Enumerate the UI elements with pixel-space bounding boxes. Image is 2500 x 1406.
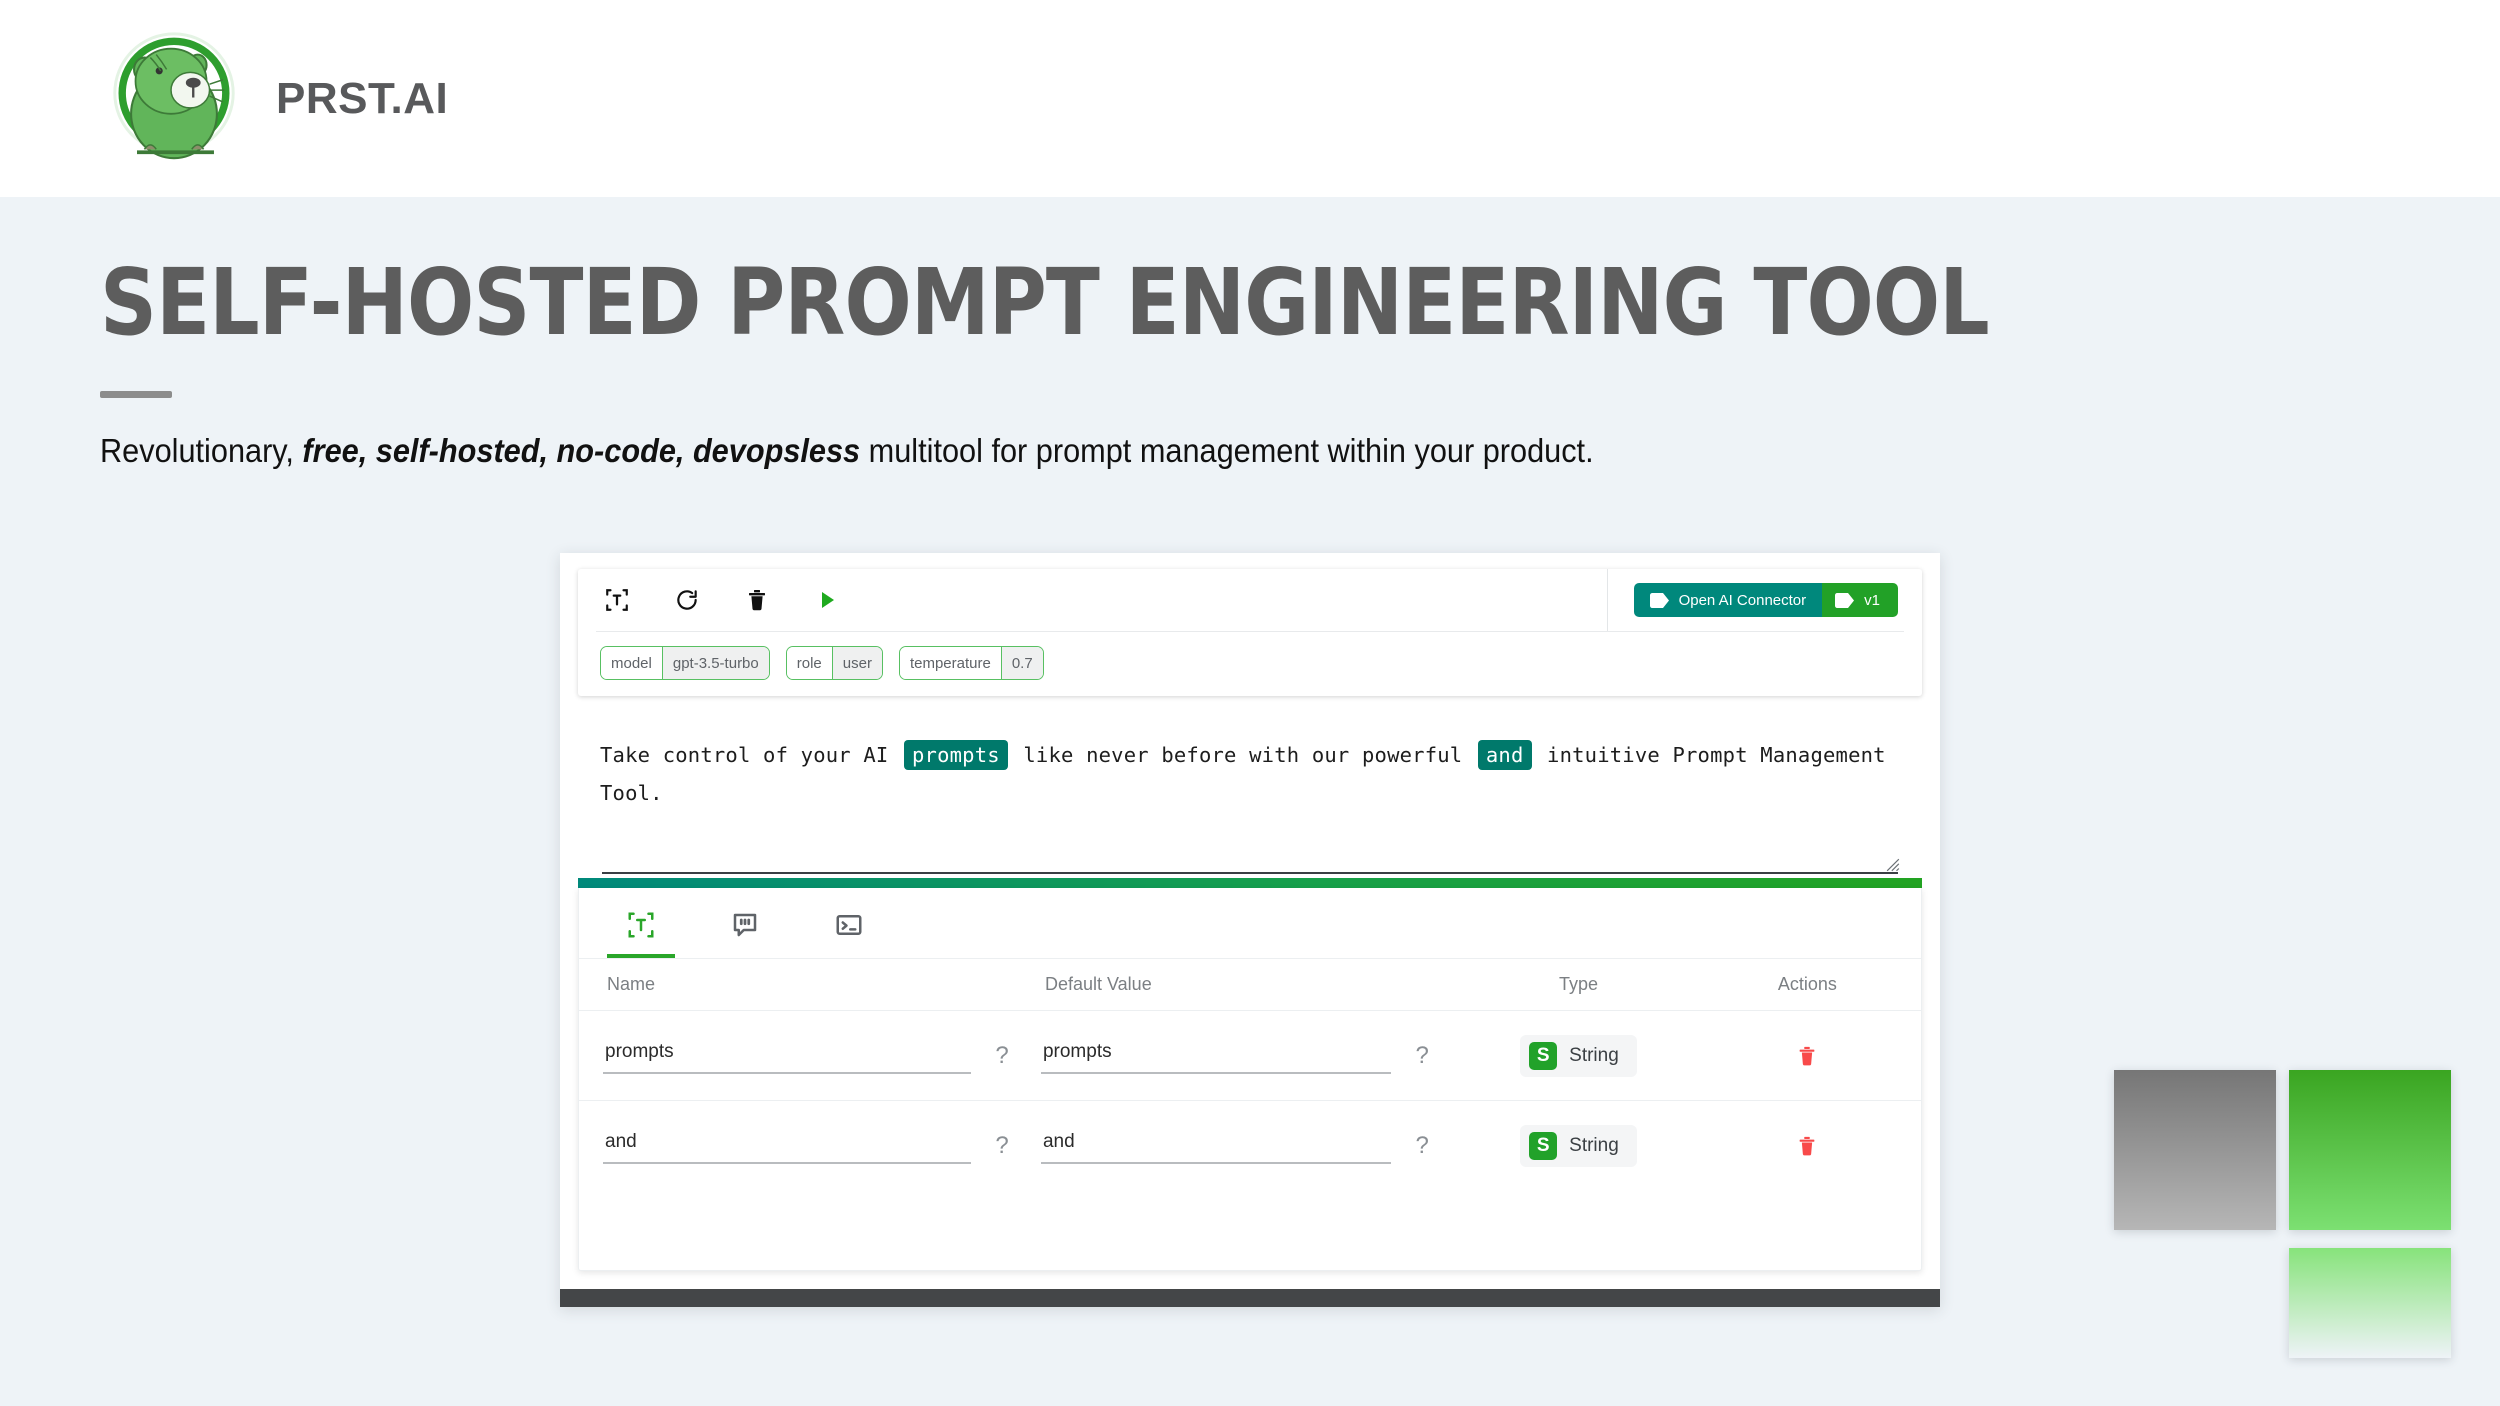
trash-icon[interactable] — [740, 583, 774, 617]
parameter-chips: model gpt-3.5-turbo role user temperatur… — [578, 632, 1922, 696]
column-header-name: Name — [607, 974, 656, 994]
table-row: ? ? S String — [579, 1010, 1921, 1100]
type-badge[interactable]: S String — [1520, 1034, 1637, 1077]
variable-default-input[interactable] — [1040, 1037, 1392, 1074]
trash-icon — [1800, 1046, 1815, 1065]
tab-variables[interactable] — [607, 892, 675, 958]
variables-icon[interactable] — [600, 583, 634, 617]
site-header: PRST.AI — [0, 0, 2500, 197]
help-icon[interactable]: ? — [985, 1042, 1019, 1070]
param-value: user — [831, 647, 882, 679]
delete-row-button[interactable] — [1792, 1039, 1822, 1073]
column-header-default: Default Value — [1044, 974, 1152, 994]
version-badge-label: v1 — [1864, 591, 1880, 609]
tab-console[interactable] — [815, 892, 883, 958]
param-value: gpt-3.5-turbo — [661, 647, 769, 679]
window-bottom-bar — [560, 1289, 1940, 1307]
table-empty-space — [579, 1190, 1921, 1270]
version-badge[interactable]: v1 — [1822, 583, 1898, 617]
accent-gradient-bar — [578, 878, 1922, 888]
variables-bracket-icon — [628, 912, 654, 938]
variables-table-header: Name Default Value Type Actions — [579, 958, 1921, 1010]
type-label: String — [1569, 1134, 1619, 1156]
param-chip-model[interactable]: model gpt-3.5-turbo — [600, 646, 770, 680]
title-divider — [100, 391, 172, 398]
column-header-actions: Actions — [1777, 974, 1837, 994]
param-chip-role[interactable]: role user — [785, 646, 883, 680]
app-screenshot-window: Open AI Connector v1 model gpt-3.5-turbo — [560, 553, 1940, 1307]
tag-icon — [1835, 592, 1855, 608]
help-icon[interactable]: ? — [985, 1132, 1019, 1160]
param-chip-temperature[interactable]: temperature 0.7 — [898, 646, 1044, 680]
param-key: role — [786, 647, 832, 679]
swatch-green — [2289, 1070, 2451, 1230]
param-key: temperature — [899, 647, 1001, 679]
variable-default-input[interactable] — [1040, 1127, 1392, 1164]
prompt-part-2: like never before with our powerful — [1010, 743, 1475, 767]
variables-panel: Name Default Value Type Actions ? ? S S — [578, 888, 1922, 1271]
subtitle-tail: multitool for prompt management within y… — [860, 432, 1594, 469]
prompt-editor[interactable]: Take control of your AI prompts like nev… — [576, 696, 1924, 874]
prompt-toolbar-card: Open AI Connector v1 model gpt-3.5-turbo — [578, 569, 1922, 696]
editor-bottom-border — [602, 858, 1900, 874]
swatch-gray — [2114, 1070, 2276, 1230]
capybara-logo-icon — [113, 31, 235, 159]
prompt-part-1: Take control of your AI — [600, 743, 902, 767]
help-icon[interactable]: ? — [1405, 1132, 1439, 1160]
prompt-text: Take control of your AI prompts like nev… — [600, 736, 1900, 812]
delete-row-button[interactable] — [1792, 1129, 1822, 1163]
type-label: String — [1569, 1044, 1619, 1066]
run-play-icon[interactable] — [810, 583, 844, 617]
help-icon[interactable]: ? — [1405, 1042, 1439, 1070]
tab-messages[interactable] — [711, 892, 779, 958]
column-header-type: Type — [1558, 974, 1598, 994]
type-initial: S — [1529, 1131, 1558, 1160]
variable-name-input[interactable] — [603, 1037, 971, 1074]
type-badge[interactable]: S String — [1520, 1124, 1637, 1167]
swatch-green-fade — [2289, 1248, 2451, 1358]
terminal-icon — [836, 915, 862, 935]
page-title: SELF-HOSTED PROMPT ENGINEERING TOOL — [100, 249, 1990, 356]
type-initial: S — [1529, 1041, 1558, 1070]
tag-icon — [1649, 592, 1669, 608]
connector-badge[interactable]: Open AI Connector — [1633, 583, 1823, 617]
trash-icon — [1800, 1136, 1815, 1155]
prompt-variable-token[interactable]: prompts — [904, 740, 1008, 770]
table-row: ? ? S String — [579, 1100, 1921, 1190]
toolbar-row: Open AI Connector v1 — [578, 569, 1922, 631]
connector-badge-label: Open AI Connector — [1678, 591, 1807, 609]
subtitle-lead: Revolutionary, — [100, 432, 303, 469]
prompt-variable-token[interactable]: and — [1477, 740, 1532, 770]
panel-tabs — [579, 888, 1921, 958]
brand-name: PRST.AI — [276, 73, 449, 123]
resize-handle-icon[interactable] — [1886, 858, 1900, 872]
hero-subtitle: Revolutionary, free, self-hosted, no-cod… — [100, 432, 2239, 470]
variable-name-input[interactable] — [603, 1127, 971, 1164]
param-key: model — [601, 647, 662, 679]
hero-section: SELF-HOSTED PROMPT ENGINEERING TOOL Revo… — [0, 197, 2500, 470]
connector-badges: Open AI Connector v1 — [1608, 583, 1912, 617]
param-value: 0.7 — [1000, 647, 1043, 679]
subtitle-strong: free, self-hosted, no-code, devopsless — [302, 432, 861, 469]
refresh-icon[interactable] — [670, 583, 704, 617]
brand-logo[interactable]: PRST.AI — [100, 25, 448, 173]
quote-bubble-icon — [733, 913, 757, 937]
